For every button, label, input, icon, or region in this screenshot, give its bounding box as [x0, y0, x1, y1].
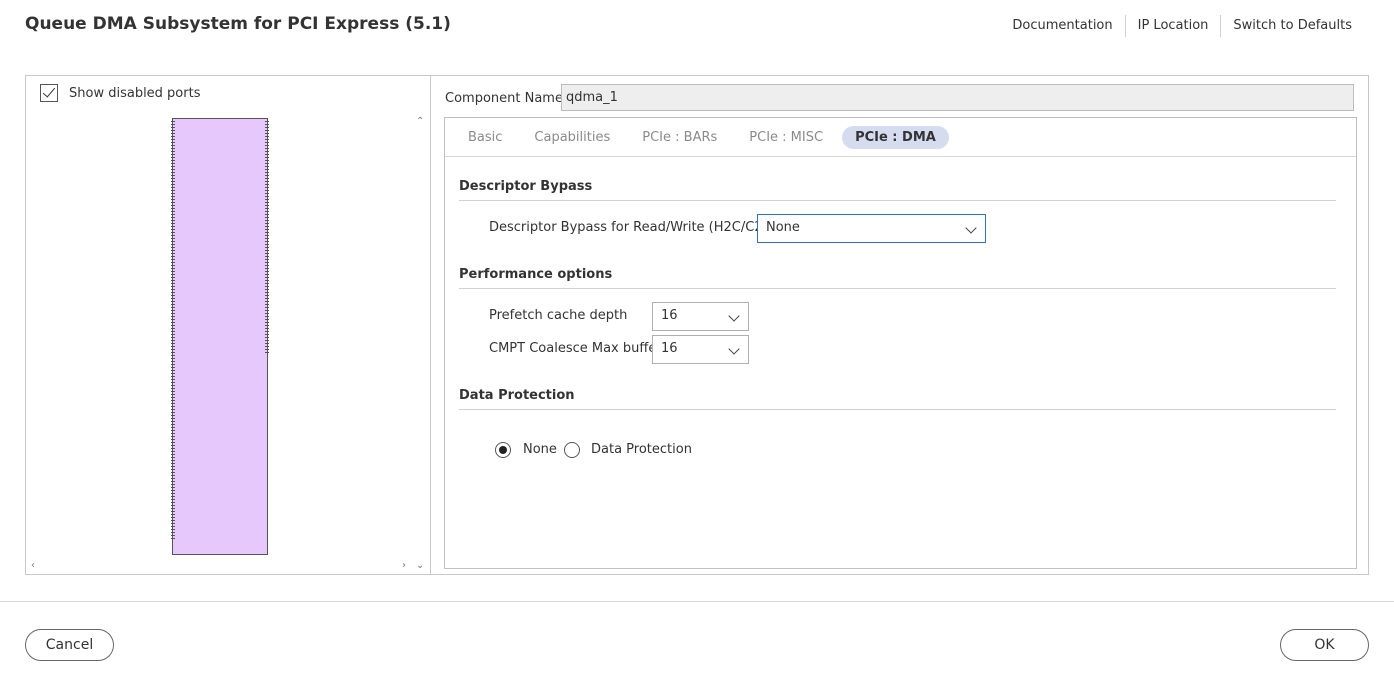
- window-title: Queue DMA Subsystem for PCI Express (5.1…: [25, 14, 451, 34]
- radio-none[interactable]: [495, 442, 511, 458]
- tab-pcie-dma[interactable]: PCIe : DMA: [842, 125, 949, 149]
- performance-heading: Performance options: [459, 267, 613, 282]
- prefetch-cache-depth-label: Prefetch cache depth: [489, 308, 628, 323]
- show-disabled-ports-row[interactable]: Show disabled ports: [40, 84, 200, 102]
- descriptor-bypass-rw-value: None: [766, 220, 800, 235]
- show-disabled-ports-label: Show disabled ports: [69, 85, 201, 101]
- descriptor-bypass-heading: Descriptor Bypass: [459, 179, 593, 194]
- component-name-input[interactable]: [561, 84, 1354, 111]
- documentation-link[interactable]: Documentation: [1000, 15, 1124, 37]
- prefetch-cache-depth-select[interactable]: 16: [652, 302, 749, 331]
- scroll-left-icon[interactable]: ‹: [31, 560, 35, 571]
- tab-pcie-misc[interactable]: PCIe : MISC: [736, 126, 836, 149]
- tab-basic[interactable]: Basic: [455, 126, 515, 149]
- cmpt-coalesce-value: 16: [661, 341, 678, 356]
- ip-symbol-block: [171, 118, 269, 555]
- radio-none-label: None: [523, 442, 557, 457]
- header-links: Documentation IP Location Switch to Defa…: [1000, 15, 1352, 37]
- descriptor-bypass-rw-label: Descriptor Bypass for Read/Write (H2C/C2…: [489, 220, 778, 235]
- tab-bar: Basic Capabilities PCIe : BARs PCIe : MI…: [445, 118, 1356, 157]
- tab-capabilities[interactable]: Capabilities: [521, 126, 623, 149]
- section-divider: [459, 288, 1336, 289]
- cancel-button[interactable]: Cancel: [25, 629, 114, 661]
- footer-divider: [0, 601, 1394, 602]
- right-ports: [265, 121, 269, 353]
- main-panel: Show disabled ports ⌃ ⌄ ‹ › Component Na…: [25, 75, 1369, 575]
- cmpt-coalesce-label: CMPT Coalesce Max buffer: [489, 341, 662, 356]
- scroll-down-icon[interactable]: ⌄: [416, 560, 424, 571]
- component-name-label: Component Name: [445, 91, 563, 106]
- show-disabled-ports-checkbox[interactable]: [40, 84, 58, 102]
- radio-data-protection[interactable]: [564, 442, 580, 458]
- chevron-down-icon: [728, 343, 740, 355]
- left-ports: [171, 121, 175, 539]
- symbol-pane: Show disabled ports ⌃ ⌄ ‹ ›: [26, 76, 431, 574]
- radio-data-protection-label: Data Protection: [591, 442, 692, 457]
- chevron-down-icon: [965, 222, 977, 234]
- section-divider: [459, 200, 1336, 201]
- cmpt-coalesce-select[interactable]: 16: [652, 335, 749, 364]
- scroll-up-icon[interactable]: ⌃: [416, 116, 424, 127]
- section-divider: [459, 409, 1336, 410]
- tab-container: Basic Capabilities PCIe : BARs PCIe : MI…: [444, 117, 1357, 569]
- switch-to-defaults-link[interactable]: Switch to Defaults: [1220, 15, 1352, 37]
- scroll-right-icon[interactable]: ›: [402, 560, 406, 571]
- chevron-down-icon: [728, 310, 740, 322]
- ok-button[interactable]: OK: [1280, 629, 1369, 661]
- config-pane: Component Name Basic Capabilities PCIe :…: [431, 76, 1368, 574]
- data-protection-heading: Data Protection: [459, 388, 575, 403]
- prefetch-cache-depth-value: 16: [661, 308, 678, 323]
- tab-pcie-bars[interactable]: PCIe : BARs: [629, 126, 730, 149]
- ip-location-link[interactable]: IP Location: [1124, 15, 1221, 37]
- descriptor-bypass-rw-select[interactable]: None: [757, 214, 986, 243]
